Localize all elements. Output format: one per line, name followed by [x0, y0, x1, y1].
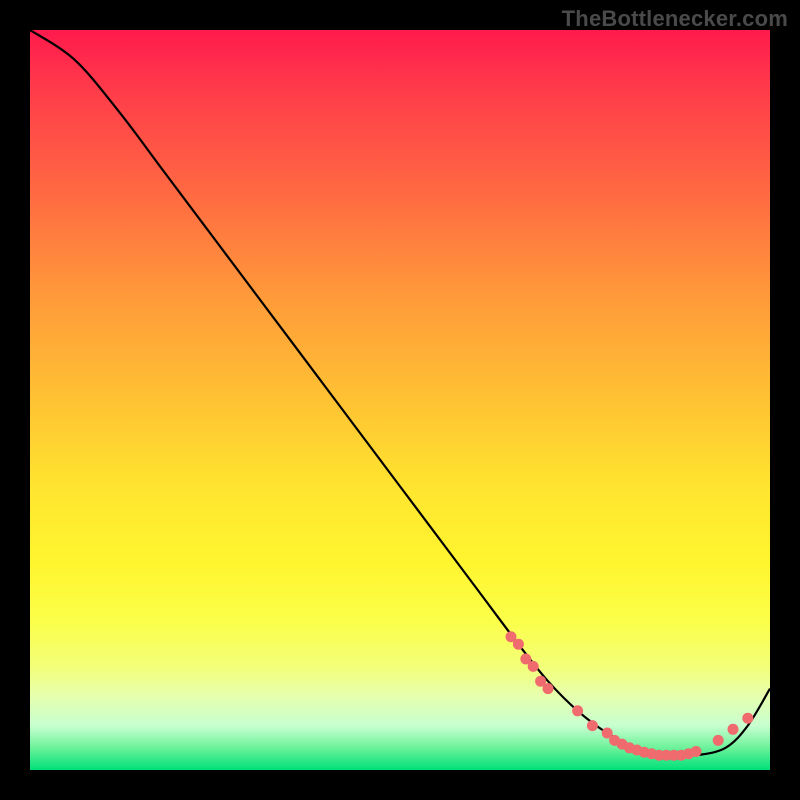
- plot-area: [30, 30, 770, 770]
- marker-dot: [587, 720, 598, 731]
- marker-dot: [513, 639, 524, 650]
- marker-dot: [528, 661, 539, 672]
- marker-dot: [572, 705, 583, 716]
- curve-line: [30, 30, 770, 756]
- highlight-dots: [506, 631, 754, 760]
- marker-dot: [728, 724, 739, 735]
- attribution-label: TheBottlenecker.com: [562, 6, 788, 32]
- marker-dot: [691, 746, 702, 757]
- marker-dot: [742, 713, 753, 724]
- marker-dot: [543, 683, 554, 694]
- chart-frame: TheBottlenecker.com: [0, 0, 800, 800]
- chart-svg: [30, 30, 770, 770]
- marker-dot: [713, 735, 724, 746]
